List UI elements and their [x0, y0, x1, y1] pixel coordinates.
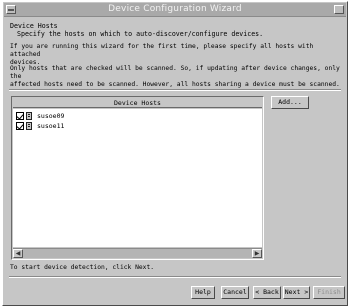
- finish-button[interactable]: Finish: [313, 286, 345, 299]
- wizard-window: Device Configuration Wizard Device Hosts…: [2, 1, 348, 306]
- host-label: susoe09: [37, 112, 65, 120]
- footer-instruction: To start device detection, click Next.: [10, 264, 155, 271]
- host-checkbox[interactable]: [16, 112, 24, 120]
- scroll-left-icon[interactable]: ◀: [13, 249, 23, 258]
- host-checkbox[interactable]: [16, 122, 24, 130]
- next-button[interactable]: Next >: [283, 286, 310, 299]
- add-host-button[interactable]: Add...: [271, 96, 309, 109]
- device-hosts-list[interactable]: Device Hosts susoe09 susoe11 ◀ ▶: [11, 96, 264, 260]
- list-body[interactable]: susoe09 susoe11: [13, 109, 262, 247]
- page-heading: Device Hosts: [10, 22, 58, 30]
- maximize-icon[interactable]: [334, 5, 344, 14]
- instructions-first-run: If you are running this wizard for the f…: [10, 43, 314, 66]
- horizontal-scrollbar[interactable]: ◀ ▶: [13, 248, 262, 258]
- back-button[interactable]: < Back: [253, 286, 281, 299]
- list-item[interactable]: susoe11: [15, 122, 255, 131]
- window-title: Device Configuration Wizard: [108, 4, 242, 14]
- scroll-right-icon[interactable]: ▶: [252, 249, 262, 258]
- divider: [9, 276, 341, 278]
- instructions-scan: Only hosts that are checked will be scan…: [10, 65, 340, 88]
- help-button[interactable]: Help: [191, 286, 215, 299]
- host-label: susoe11: [37, 122, 65, 130]
- list-column-header[interactable]: Device Hosts: [13, 98, 262, 108]
- title-bar[interactable]: Device Configuration Wizard: [4, 3, 346, 17]
- list-header-label: Device Hosts: [114, 99, 161, 107]
- host-icon: [26, 122, 32, 130]
- page-subheading: Specify the hosts on which to auto-disco…: [17, 30, 264, 38]
- divider: [9, 89, 341, 91]
- list-item[interactable]: susoe09: [15, 112, 255, 121]
- cancel-button[interactable]: Cancel: [221, 286, 249, 299]
- host-icon: [26, 112, 32, 120]
